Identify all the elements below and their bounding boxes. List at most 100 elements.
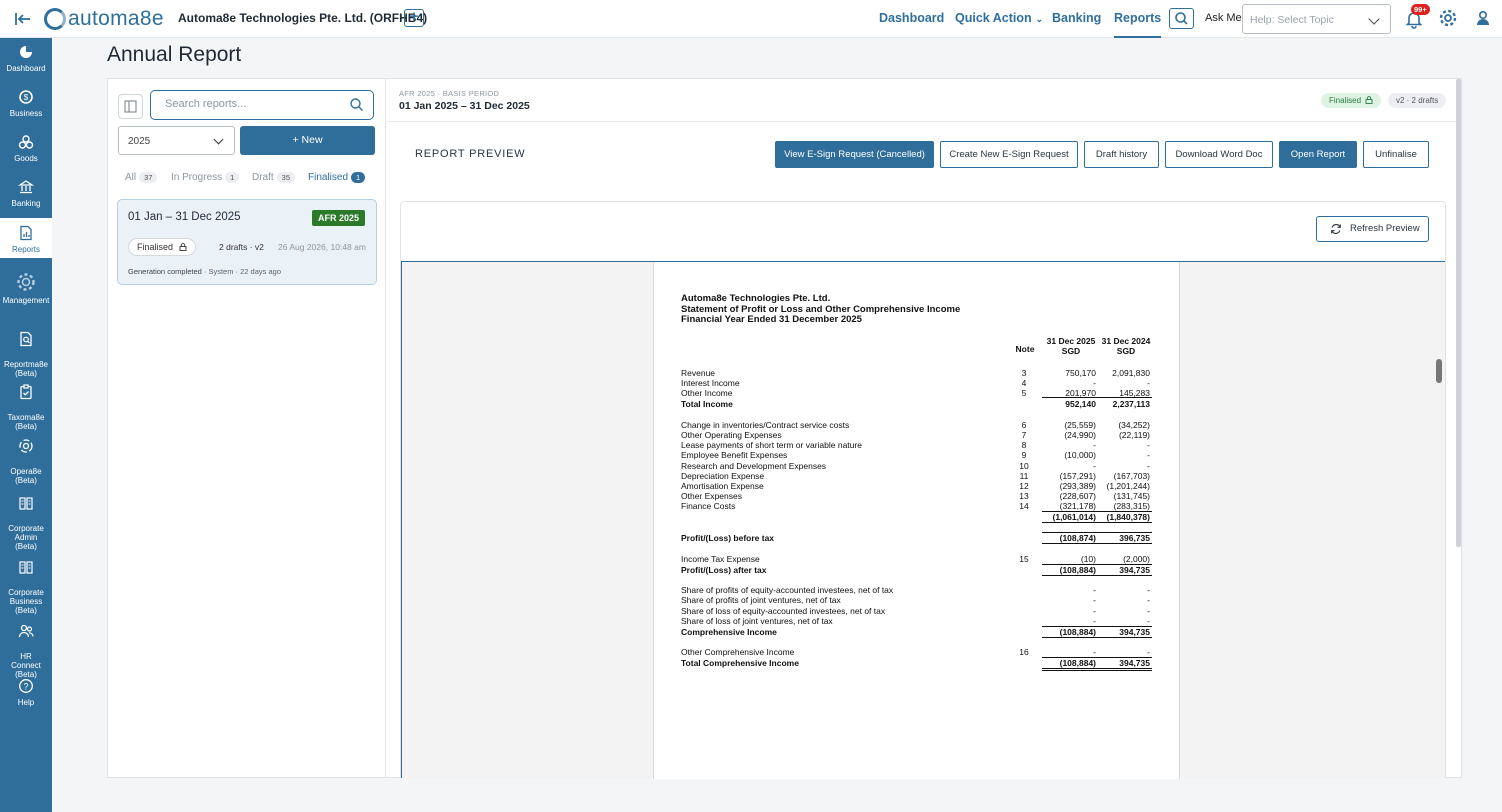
line-item-note: 16 [1019,647,1029,657]
line-item-label: Change in inventories/Contract service c… [681,420,850,430]
svg-text:$: $ [24,93,29,102]
filter-tab-in-progress[interactable]: In Progress 1 [171,172,240,183]
statement-line: Interest Income 4 - - [681,378,1153,388]
line-item-value-2025: - [1093,606,1096,616]
filter-tab-finalised[interactable]: Finalised 1 [308,172,366,183]
sidebar-item-label: Dashboard [6,64,46,73]
statement-line: Profit/(Loss) before tax (108,874) 396,735 [681,533,1153,543]
search-reports-input[interactable] [165,98,335,110]
sidebar-item-goods[interactable]: Goods [0,134,52,164]
document-scrollbar-thumb[interactable] [1436,359,1442,383]
sidebar-item-banking[interactable]: Banking [0,179,52,209]
draft-history-button[interactable]: Draft history [1084,141,1159,168]
user-profile-icon[interactable] [1474,9,1492,27]
chevron-down-icon [1368,13,1380,25]
generation-status-label: Generation completed [128,267,202,276]
report-list-item[interactable]: 01 Jan – 31 Dec 2025 AFR 2025 Finalised … [117,199,377,285]
create-esign-request-button[interactable]: Create New E-Sign Request [940,141,1078,168]
statement-line: Revenue 3 750,170 2,091,830 [681,368,1153,378]
nav-quick-action[interactable]: Quick Action ⌄ [955,0,1043,38]
line-item-note: 3 [1021,368,1027,378]
sidebar-item-corporate-business[interactable]: Corporate Business (Beta) [0,550,52,615]
filter-tab-all[interactable]: All 37 [125,172,158,183]
unfinalise-button[interactable]: Unfinalise [1363,141,1429,168]
line-item-label: Profit/(Loss) after tax [681,565,767,575]
view-esign-request-button[interactable]: View E-Sign Request (Cancelled) [775,141,934,168]
line-item-value-2025: 750,170 [1065,368,1096,378]
nav-reports[interactable]: Reports [1114,0,1162,38]
line-item-value-2025: - [1093,585,1096,595]
document-viewer[interactable]: Automa8e Technologies Pte. Ltd. Statemen… [401,261,1445,779]
toggle-panel-button[interactable] [118,94,143,119]
help-topic-select[interactable]: Help: Select Topic [1242,4,1391,34]
sidebar-item-reports[interactable]: Reports [0,218,52,258]
sidebar-item-dashboard[interactable]: Dashboard [0,44,52,74]
statement-line: Share of profits of equity-accounted inv… [681,585,1153,595]
line-item-value-2024: - [1147,378,1150,388]
filter-tab-draft[interactable]: Draft 35 [252,172,296,183]
nav-banking[interactable]: Banking [1052,0,1101,38]
sidebar-item-help[interactable]: ? Help [0,678,52,708]
line-item-note: 5 [1021,388,1027,398]
line-item-value-2024: (1,840,378) [1106,512,1150,522]
generation-meta: · System · 22 days ago [201,267,281,276]
report-timestamp: 26 Aug 2026, 10:48 am [278,242,366,252]
line-item-label: Share of profits of equity-accounted inv… [681,585,894,595]
open-report-button[interactable]: Open Report [1279,141,1357,168]
basis-period-label: AFR 2025 · BASIS PERIOD [399,89,500,98]
line-item-note: 10 [1019,461,1029,471]
new-report-button[interactable]: + New [240,126,375,155]
business-icon: $ [19,90,33,104]
status-badge: Finalised [1321,93,1382,108]
line-item-value-2024: (34,252) [1118,420,1150,430]
download-word-doc-button[interactable]: Download Word Doc [1165,141,1273,168]
add-company-button[interactable]: + [404,9,424,27]
statement-rule-line [1042,626,1152,627]
sidebar-item-hr-connect[interactable]: HR Connect (Beta) [0,614,52,679]
nav-dashboard[interactable]: Dashboard [879,0,944,38]
statement-rule-line [1042,575,1152,576]
statement-line: Share of loss of equity-accounted invest… [681,606,1153,616]
line-item-value-2024: 394,735 [1119,627,1150,637]
filter-label: Draft [252,172,274,183]
company-name[interactable]: Automa8e Technologies Pte. Ltd. (ORFHB4) [178,11,427,25]
statement-line: Total Comprehensive Income (108,884) 394,7… [681,658,1153,668]
line-item-value-2025: (228,607) [1059,491,1096,501]
refresh-preview-button[interactable]: Refresh Preview [1316,216,1429,242]
logo[interactable]: automa8e [44,5,164,33]
sidebar-toggle-icon [124,100,137,113]
line-item-value-2025: (10) [1080,554,1096,564]
line-item-label: Interest Income [681,378,740,388]
sidebar-item-opera8e[interactable]: Opera8e (Beta) [0,429,52,485]
line-item-value-2025: (1,061,014) [1052,512,1096,522]
line-item-label: Income Tax Expense [681,554,760,564]
statement-line: Other Operating Expenses 7 (24,990) (22,119… [681,430,1153,440]
page-scrollbar[interactable] [1456,79,1461,547]
line-item-label: Depreciation Expense [681,471,765,481]
line-item-label: Employee Benefit Expenses [681,450,788,460]
line-item-label: Research and Development Expenses [681,461,827,471]
status-badge: Finalised [128,238,196,256]
line-item-note: 11 [1019,471,1029,481]
corporate-admin-icon [19,497,33,510]
sidebar-item-business[interactable]: $ Business [0,89,52,119]
line-item-value-2024: 2,237,113 [1112,399,1150,409]
sidebar-item-reportma8e[interactable]: Reportma8e (Beta) [0,322,52,378]
sidebar-item-label: Goods [14,154,38,163]
ask-me-label: Ask Me [1205,12,1242,24]
sidebar-item-label: Reports [11,245,40,254]
line-item-label: Total Income [681,399,733,409]
statement-line: Income Tax Expense 15 (10) (2,000) [681,554,1153,564]
gear-icon[interactable] [1438,8,1458,28]
year-select[interactable]: 2025 [118,126,235,155]
collapse-sidebar-icon[interactable] [13,9,33,29]
line-item-value-2025: (10,000) [1064,450,1096,460]
global-search-button[interactable] [1169,8,1194,29]
sidebar-item-management[interactable]: Management [0,268,52,308]
sidebar-item-corporate-admin[interactable]: Corporate Admin (Beta) [0,486,52,551]
sidebar-item-taxoma8e[interactable]: Taxoma8e (Beta) [0,375,52,431]
statement-line: Profit/(Loss) after tax (108,884) 394,735 [681,565,1153,575]
line-item-label: Comprehensive Income [681,627,777,637]
search-icon[interactable] [349,97,364,112]
goods-icon [18,135,34,149]
